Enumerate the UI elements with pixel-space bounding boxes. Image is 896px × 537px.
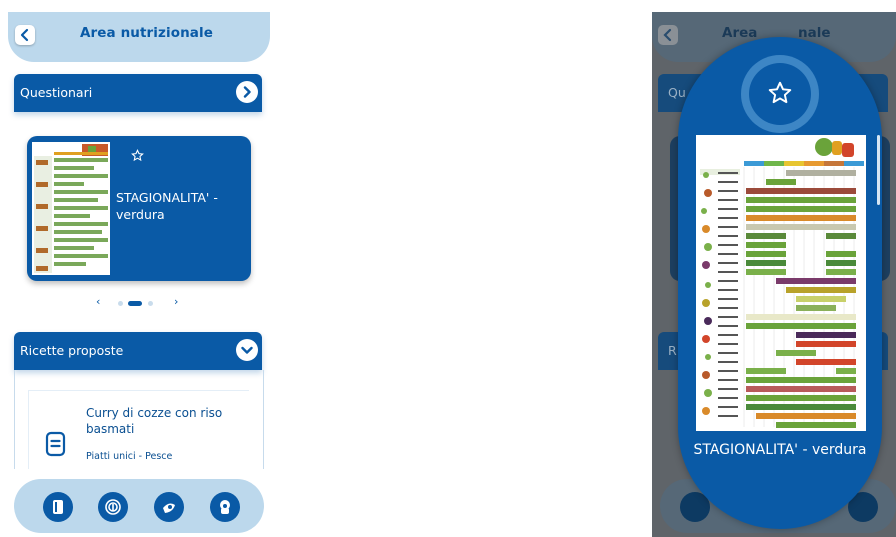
section-title: R (668, 343, 677, 358)
pager-dot[interactable] (148, 301, 153, 306)
back-button[interactable] (658, 25, 678, 45)
chevron-down-icon (241, 346, 253, 354)
chef-icon (220, 500, 230, 514)
document-icon (45, 431, 66, 457)
star-outline-icon[interactable] (131, 149, 144, 162)
recipe-name: Curry di cozze con riso basmati (86, 406, 223, 436)
bottom-nav (8, 469, 270, 535)
pager-dot[interactable] (118, 301, 123, 306)
recipe-category: Piatti unici - Pesce (86, 451, 173, 462)
food-icon (163, 503, 175, 513)
prev-arrow-icon[interactable]: ‹ (96, 295, 100, 308)
favorite-button[interactable] (749, 63, 811, 125)
collapse-button[interactable] (236, 339, 258, 361)
chevron-left-icon (663, 28, 672, 42)
app-screen: Area nutrizionale Questionari STAGIONALI… (8, 12, 270, 535)
fingerprint-icon (105, 499, 121, 515)
section-title: Questionari (20, 85, 93, 100)
carousel-pager: ‹ › (96, 295, 186, 308)
nav-fingerprint-button[interactable] (98, 492, 128, 522)
nav-book-button[interactable] (43, 492, 73, 522)
recipe-card[interactable]: Curry di cozze con riso basmati Piatti u… (28, 390, 249, 471)
quiz-thumbnail (32, 142, 110, 275)
chevron-left-icon (20, 28, 29, 42)
nav-food-button[interactable] (154, 492, 184, 522)
scrollbar[interactable] (877, 135, 880, 205)
nav-chef-button[interactable] (210, 492, 240, 522)
header-bar: Area nutrizionale (8, 12, 270, 62)
pager-dot-active[interactable] (128, 301, 142, 306)
quiz-title: STAGIONALITA' - verdura (116, 190, 218, 222)
book-icon (53, 500, 63, 514)
page-title-partial: Area (722, 25, 758, 41)
section-title: Qu (668, 85, 686, 100)
back-button[interactable] (15, 25, 35, 45)
quiz-card[interactable]: STAGIONALITA' - verdura (27, 136, 251, 281)
next-arrow-icon[interactable]: › (174, 295, 178, 308)
page-title: Area nutrizionale (80, 25, 213, 41)
favorite-button-ring (741, 55, 819, 133)
section-title: Ricette proposte (20, 343, 124, 358)
seasonality-chart-image (696, 135, 866, 431)
app-screen-overlay: Area nale Qu R STAGIONALITA' - verdura (652, 12, 896, 537)
page-title-partial: nale (798, 25, 831, 41)
image-preview-modal: STAGIONALITA' - verdura (678, 37, 882, 529)
expand-button[interactable] (236, 81, 258, 103)
section-ricette-header[interactable]: Ricette proposte (14, 332, 262, 370)
section-questionari-header[interactable]: Questionari (14, 74, 262, 112)
star-outline-icon (768, 81, 792, 104)
chevron-right-icon (243, 86, 251, 98)
bottom-nav-pill (14, 479, 264, 533)
modal-image-title: STAGIONALITA' - verdura (693, 442, 867, 458)
